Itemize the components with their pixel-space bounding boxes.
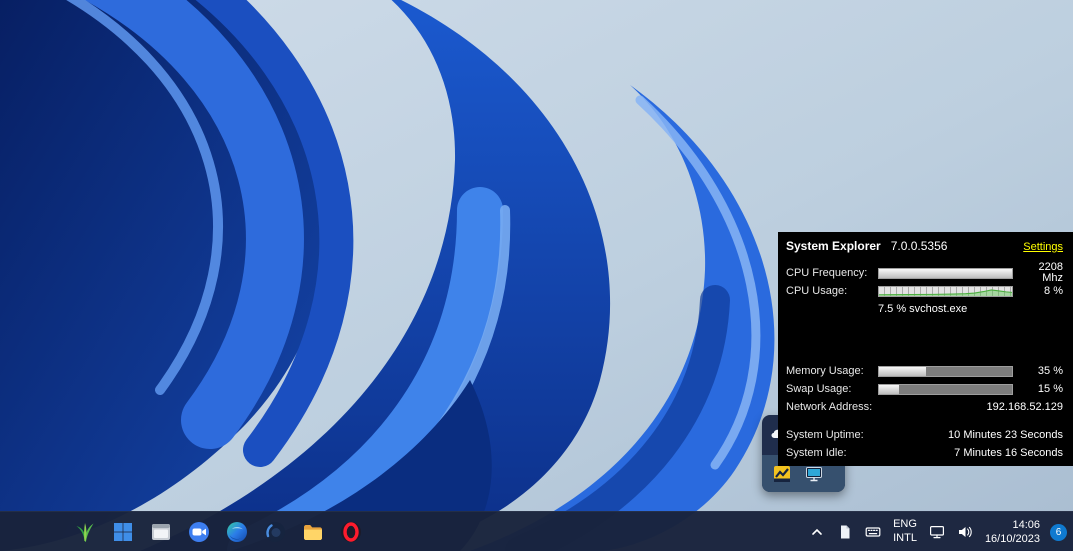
clock[interactable]: 14:06 16/10/2023 — [983, 516, 1042, 549]
chevron-up-icon[interactable] — [807, 522, 827, 542]
app-window-icon[interactable] — [148, 519, 174, 545]
system-tray: ENG INTL 14:06 16/10/2023 6 — [807, 512, 1067, 551]
network-monitor-icon[interactable] — [927, 522, 947, 542]
system-explorer-panel: System Explorer 7.0.0.5356 Settings CPU … — [778, 232, 1073, 466]
system-idle-row: System Idle: 7 Minutes 16 Seconds — [786, 444, 1063, 462]
swap-usage-label: Swap Usage: — [786, 384, 878, 395]
panel-spacer — [786, 318, 1063, 362]
notification-badge[interactable]: 6 — [1050, 524, 1067, 541]
system-explorer-tray-icon[interactable] — [773, 465, 791, 483]
language-line2: INTL — [893, 532, 917, 546]
cpu-frequency-bar — [878, 268, 1013, 279]
plant-app-icon[interactable] — [72, 519, 98, 545]
cpu-frequency-value: 2208 Mhz — [1015, 262, 1063, 284]
edge-icon[interactable] — [224, 519, 250, 545]
cpu-frequency-label: CPU Frequency: — [786, 268, 878, 279]
cpu-top-process: 7.5 % svchost.exe — [878, 304, 1063, 315]
cpu-usage-label: CPU Usage: — [786, 286, 878, 297]
cpu-usage-row: CPU Usage: 8 % — [786, 282, 1063, 300]
memory-usage-row: Memory Usage: 35 % — [786, 362, 1063, 380]
system-uptime-value: 10 Minutes 23 Seconds — [878, 430, 1063, 441]
network-address-row: Network Address: 192.168.52.129 — [786, 398, 1063, 416]
cpu-usage-graph — [878, 286, 1013, 297]
panel-header: System Explorer 7.0.0.5356 Settings — [786, 240, 1063, 260]
language-line1: ENG — [893, 518, 917, 532]
system-idle-label: System Idle: — [786, 448, 878, 459]
swap-usage-bar — [878, 384, 1013, 395]
settings-link[interactable]: Settings — [1023, 242, 1063, 253]
panel-version: 7.0.0.5356 — [891, 240, 948, 252]
desktop: System Explorer 7.0.0.5356 Settings CPU … — [0, 0, 1073, 551]
system-uptime-row: System Uptime: 10 Minutes 23 Seconds — [786, 426, 1063, 444]
clock-date: 16/10/2023 — [985, 532, 1040, 546]
system-uptime-label: System Uptime: — [786, 430, 878, 441]
folder-icon[interactable] — [300, 519, 326, 545]
cpu-top-process-row: 7.5 % svchost.exe — [786, 300, 1063, 318]
keyboard-icon[interactable] — [863, 522, 883, 542]
language-indicator[interactable]: ENG INTL — [891, 516, 919, 548]
windows-start-icon[interactable] — [110, 519, 136, 545]
speaker-icon[interactable] — [955, 522, 975, 542]
dark-browser-icon[interactable] — [262, 519, 288, 545]
swap-usage-value: 15 % — [1015, 384, 1063, 395]
monitor-tray-icon[interactable] — [805, 465, 823, 483]
clock-time: 14:06 — [1012, 518, 1040, 532]
document-icon[interactable] — [835, 522, 855, 542]
cpu-usage-value: 8 % — [1015, 286, 1063, 297]
panel-title: System Explorer — [786, 240, 881, 252]
taskbar-apps — [72, 512, 364, 551]
memory-usage-label: Memory Usage: — [786, 366, 878, 377]
network-address-label: Network Address: — [786, 402, 878, 413]
memory-usage-value: 35 % — [1015, 366, 1063, 377]
swap-usage-row: Swap Usage: 15 % — [786, 380, 1063, 398]
opera-icon[interactable] — [338, 519, 364, 545]
cpu-frequency-row: CPU Frequency: 2208 Mhz — [786, 264, 1063, 282]
panel-spacer — [786, 416, 1063, 426]
network-address-value: 192.168.52.129 — [878, 402, 1063, 413]
zoom-chat-icon[interactable] — [186, 519, 212, 545]
taskbar: ENG INTL 14:06 16/10/2023 6 — [0, 511, 1073, 551]
system-idle-value: 7 Minutes 16 Seconds — [878, 448, 1063, 459]
memory-usage-bar — [878, 366, 1013, 377]
